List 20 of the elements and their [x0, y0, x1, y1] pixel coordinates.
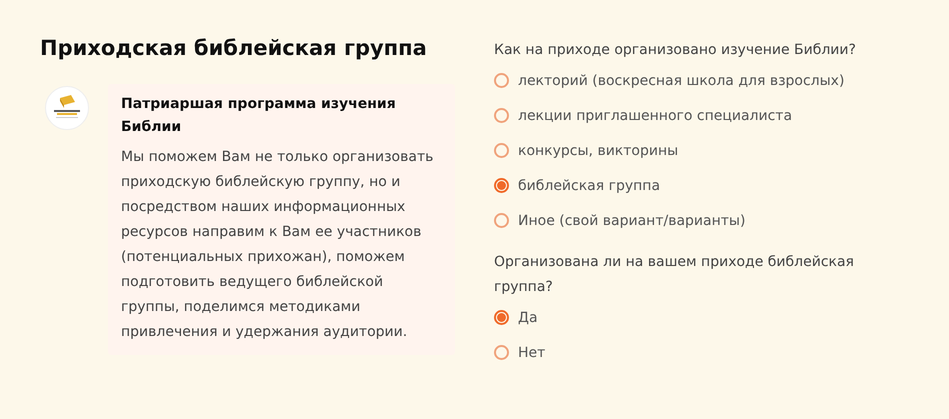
radio-button[interactable] [494, 73, 509, 88]
option-label[interactable]: Да [518, 310, 538, 326]
radio-button[interactable] [494, 108, 509, 123]
logo-icon [45, 86, 89, 130]
radio-button[interactable] [494, 213, 509, 228]
option-label[interactable]: лекции приглашенного специалиста [518, 108, 792, 124]
page-title: Приходская библейская группа [40, 36, 428, 60]
radio-button[interactable] [494, 345, 509, 360]
option-label[interactable]: конкурсы, викторины [518, 142, 678, 158]
radio-button[interactable] [494, 310, 509, 325]
radio-button[interactable] [494, 178, 509, 193]
option-label[interactable]: лекторий (воскресная школа для взрослых) [518, 72, 844, 88]
radio-button[interactable] [494, 143, 509, 158]
card-heading: Патриаршая программа изучения Библии [121, 95, 397, 137]
question-label: Как на приходе организовано изучение Библии? [494, 41, 857, 60]
card-text: Мы поможем Вам не только организовать приходскую библейскую группу, но и посредством наших информационных ресурсов направим к Вам ее участников (потенциальных прихожан), поможем подготовить ведущего библейской группы, поделимся методиками привлечения и удержания аудитории. [121, 148, 434, 342]
option-label[interactable]: Иное (свой вариант/варианты) [518, 212, 746, 228]
option-label[interactable]: Нет [518, 344, 546, 360]
option-label[interactable]: библейская группа [518, 178, 660, 194]
question-label: Организована ли на вашем приходе библейская группа? [494, 253, 855, 297]
